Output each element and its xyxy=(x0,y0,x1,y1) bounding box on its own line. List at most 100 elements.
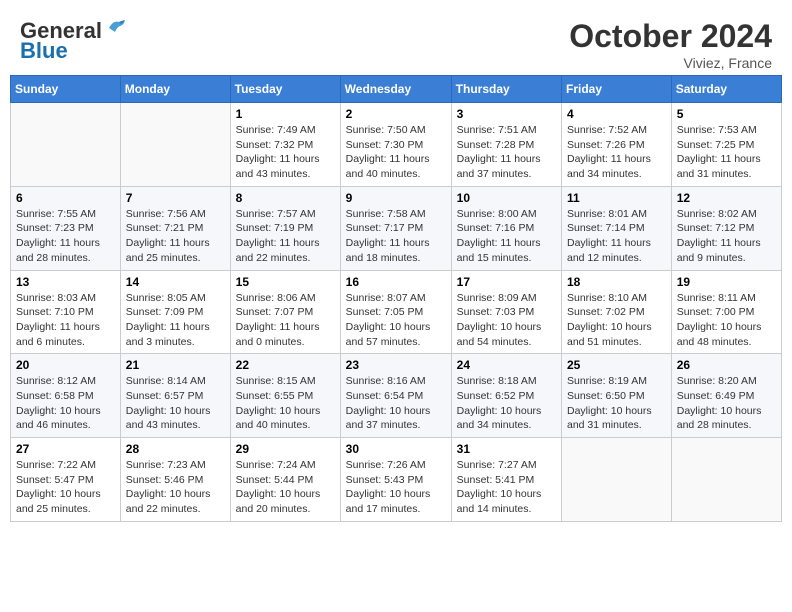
day-info: Sunrise: 7:56 AM Sunset: 7:21 PM Dayligh… xyxy=(126,207,225,266)
table-row xyxy=(11,103,121,187)
table-row: 11 Sunrise: 8:01 AM Sunset: 7:14 PM Dayli… xyxy=(562,186,672,270)
table-row: 3 Sunrise: 7:51 AM Sunset: 7:28 PM Daylig… xyxy=(451,103,561,187)
logo: General Blue xyxy=(20,18,127,64)
table-row: 26 Sunrise: 8:20 AM Sunset: 6:49 PM Dayli… xyxy=(671,354,781,438)
day-info: Sunrise: 8:12 AM Sunset: 6:58 PM Dayligh… xyxy=(16,374,115,433)
table-row xyxy=(120,103,230,187)
day-number: 28 xyxy=(126,442,225,456)
day-info: Sunrise: 8:01 AM Sunset: 7:14 PM Dayligh… xyxy=(567,207,666,266)
calendar-table: Sunday Monday Tuesday Wednesday Thursday… xyxy=(10,75,782,522)
day-info: Sunrise: 7:55 AM Sunset: 7:23 PM Dayligh… xyxy=(16,207,115,266)
day-number: 29 xyxy=(236,442,335,456)
calendar-row-3: 13 Sunrise: 8:03 AM Sunset: 7:10 PM Dayli… xyxy=(11,270,782,354)
day-info: Sunrise: 7:57 AM Sunset: 7:19 PM Dayligh… xyxy=(236,207,335,266)
day-info: Sunrise: 7:27 AM Sunset: 5:41 PM Dayligh… xyxy=(457,458,556,517)
location: Viviez, France xyxy=(569,55,772,71)
day-number: 7 xyxy=(126,191,225,205)
calendar-row-5: 27 Sunrise: 7:22 AM Sunset: 5:47 PM Dayli… xyxy=(11,438,782,522)
day-number: 26 xyxy=(677,358,776,372)
table-row: 18Sunrise: 8:10 AM Sunset: 7:02 PM Dayli… xyxy=(562,270,672,354)
day-number: 22 xyxy=(236,358,335,372)
table-row: 5 Sunrise: 7:53 AM Sunset: 7:25 PM Daylig… xyxy=(671,103,781,187)
day-info: Sunrise: 8:14 AM Sunset: 6:57 PM Dayligh… xyxy=(126,374,225,433)
day-number: 8 xyxy=(236,191,335,205)
day-info: Sunrise: 7:24 AM Sunset: 5:44 PM Dayligh… xyxy=(236,458,335,517)
day-info: Sunrise: 8:05 AM Sunset: 7:09 PM Dayligh… xyxy=(126,291,225,350)
table-row: 31 Sunrise: 7:27 AM Sunset: 5:41 PM Dayli… xyxy=(451,438,561,522)
day-number: 3 xyxy=(457,107,556,121)
day-info: Sunrise: 7:52 AM Sunset: 7:26 PM Dayligh… xyxy=(567,123,666,182)
day-number: 12 xyxy=(677,191,776,205)
table-row: 16 Sunrise: 8:07 AM Sunset: 7:05 PM Dayli… xyxy=(340,270,451,354)
month-title: October 2024 xyxy=(569,18,772,55)
calendar-row-1: 1Sunrise: 7:49 AM Sunset: 7:32 PM Daylig… xyxy=(11,103,782,187)
table-row: 8 Sunrise: 7:57 AM Sunset: 7:19 PM Daylig… xyxy=(230,186,340,270)
table-row: 21 Sunrise: 8:14 AM Sunset: 6:57 PM Dayli… xyxy=(120,354,230,438)
day-info: Sunrise: 7:58 AM Sunset: 7:17 PM Dayligh… xyxy=(346,207,446,266)
day-number: 25 xyxy=(567,358,666,372)
day-number: 4 xyxy=(567,107,666,121)
table-row: 4 Sunrise: 7:52 AM Sunset: 7:26 PM Daylig… xyxy=(562,103,672,187)
day-info: Sunrise: 8:18 AM Sunset: 6:52 PM Dayligh… xyxy=(457,374,556,433)
day-number: 23 xyxy=(346,358,446,372)
table-row: 17Sunrise: 8:09 AM Sunset: 7:03 PM Dayli… xyxy=(451,270,561,354)
day-number: 15 xyxy=(236,275,335,289)
col-friday: Friday xyxy=(562,76,672,103)
col-saturday: Saturday xyxy=(671,76,781,103)
day-info: Sunrise: 8:20 AM Sunset: 6:49 PM Dayligh… xyxy=(677,374,776,433)
day-info: Sunrise: 8:09 AM Sunset: 7:03 PM Dayligh… xyxy=(457,291,556,350)
table-row: 24 Sunrise: 8:18 AM Sunset: 6:52 PM Dayli… xyxy=(451,354,561,438)
table-row: 28 Sunrise: 7:23 AM Sunset: 5:46 PM Dayli… xyxy=(120,438,230,522)
day-number: 13 xyxy=(16,275,115,289)
day-info: Sunrise: 7:22 AM Sunset: 5:47 PM Dayligh… xyxy=(16,458,115,517)
day-number: 31 xyxy=(457,442,556,456)
day-number: 24 xyxy=(457,358,556,372)
table-row: 15 Sunrise: 8:06 AM Sunset: 7:07 PM Dayli… xyxy=(230,270,340,354)
table-row: 6 Sunrise: 7:55 AM Sunset: 7:23 PM Daylig… xyxy=(11,186,121,270)
table-row: 27 Sunrise: 7:22 AM Sunset: 5:47 PM Dayli… xyxy=(11,438,121,522)
day-info: Sunrise: 8:06 AM Sunset: 7:07 PM Dayligh… xyxy=(236,291,335,350)
day-number: 6 xyxy=(16,191,115,205)
day-number: 16 xyxy=(346,275,446,289)
calendar-row-4: 20 Sunrise: 8:12 AM Sunset: 6:58 PM Dayli… xyxy=(11,354,782,438)
table-row: 20 Sunrise: 8:12 AM Sunset: 6:58 PM Dayli… xyxy=(11,354,121,438)
day-info: Sunrise: 7:23 AM Sunset: 5:46 PM Dayligh… xyxy=(126,458,225,517)
day-info: Sunrise: 7:51 AM Sunset: 7:28 PM Dayligh… xyxy=(457,123,556,182)
day-info: Sunrise: 8:11 AM Sunset: 7:00 PM Dayligh… xyxy=(677,291,776,350)
day-number: 20 xyxy=(16,358,115,372)
day-number: 11 xyxy=(567,191,666,205)
day-info: Sunrise: 7:50 AM Sunset: 7:30 PM Dayligh… xyxy=(346,123,446,182)
day-number: 14 xyxy=(126,275,225,289)
page-header: General Blue October 2024 Viviez, France xyxy=(10,10,782,75)
day-info: Sunrise: 8:16 AM Sunset: 6:54 PM Dayligh… xyxy=(346,374,446,433)
day-number: 30 xyxy=(346,442,446,456)
table-row: 9 Sunrise: 7:58 AM Sunset: 7:17 PM Daylig… xyxy=(340,186,451,270)
day-info: Sunrise: 8:07 AM Sunset: 7:05 PM Dayligh… xyxy=(346,291,446,350)
table-row: 23 Sunrise: 8:16 AM Sunset: 6:54 PM Dayli… xyxy=(340,354,451,438)
day-number: 10 xyxy=(457,191,556,205)
table-row: 19 Sunrise: 8:11 AM Sunset: 7:00 PM Dayli… xyxy=(671,270,781,354)
day-number: 19 xyxy=(677,275,776,289)
table-row: 10 Sunrise: 8:00 AM Sunset: 7:16 PM Dayli… xyxy=(451,186,561,270)
col-thursday: Thursday xyxy=(451,76,561,103)
table-row: 2Sunrise: 7:50 AM Sunset: 7:30 PM Daylig… xyxy=(340,103,451,187)
day-info: Sunrise: 8:10 AM Sunset: 7:02 PM Dayligh… xyxy=(567,291,666,350)
day-info: Sunrise: 8:15 AM Sunset: 6:55 PM Dayligh… xyxy=(236,374,335,433)
table-row: 14 Sunrise: 8:05 AM Sunset: 7:09 PM Dayli… xyxy=(120,270,230,354)
col-monday: Monday xyxy=(120,76,230,103)
day-info: Sunrise: 7:26 AM Sunset: 5:43 PM Dayligh… xyxy=(346,458,446,517)
logo-blue-text: Blue xyxy=(20,38,68,64)
day-info: Sunrise: 8:03 AM Sunset: 7:10 PM Dayligh… xyxy=(16,291,115,350)
day-info: Sunrise: 8:02 AM Sunset: 7:12 PM Dayligh… xyxy=(677,207,776,266)
day-info: Sunrise: 7:53 AM Sunset: 7:25 PM Dayligh… xyxy=(677,123,776,182)
day-info: Sunrise: 7:49 AM Sunset: 7:32 PM Dayligh… xyxy=(236,123,335,182)
day-number: 5 xyxy=(677,107,776,121)
table-row: 12 Sunrise: 8:02 AM Sunset: 7:12 PM Dayli… xyxy=(671,186,781,270)
day-number: 27 xyxy=(16,442,115,456)
day-number: 21 xyxy=(126,358,225,372)
col-wednesday: Wednesday xyxy=(340,76,451,103)
day-number: 9 xyxy=(346,191,446,205)
table-row xyxy=(671,438,781,522)
calendar-header-row: Sunday Monday Tuesday Wednesday Thursday… xyxy=(11,76,782,103)
day-info: Sunrise: 8:00 AM Sunset: 7:16 PM Dayligh… xyxy=(457,207,556,266)
